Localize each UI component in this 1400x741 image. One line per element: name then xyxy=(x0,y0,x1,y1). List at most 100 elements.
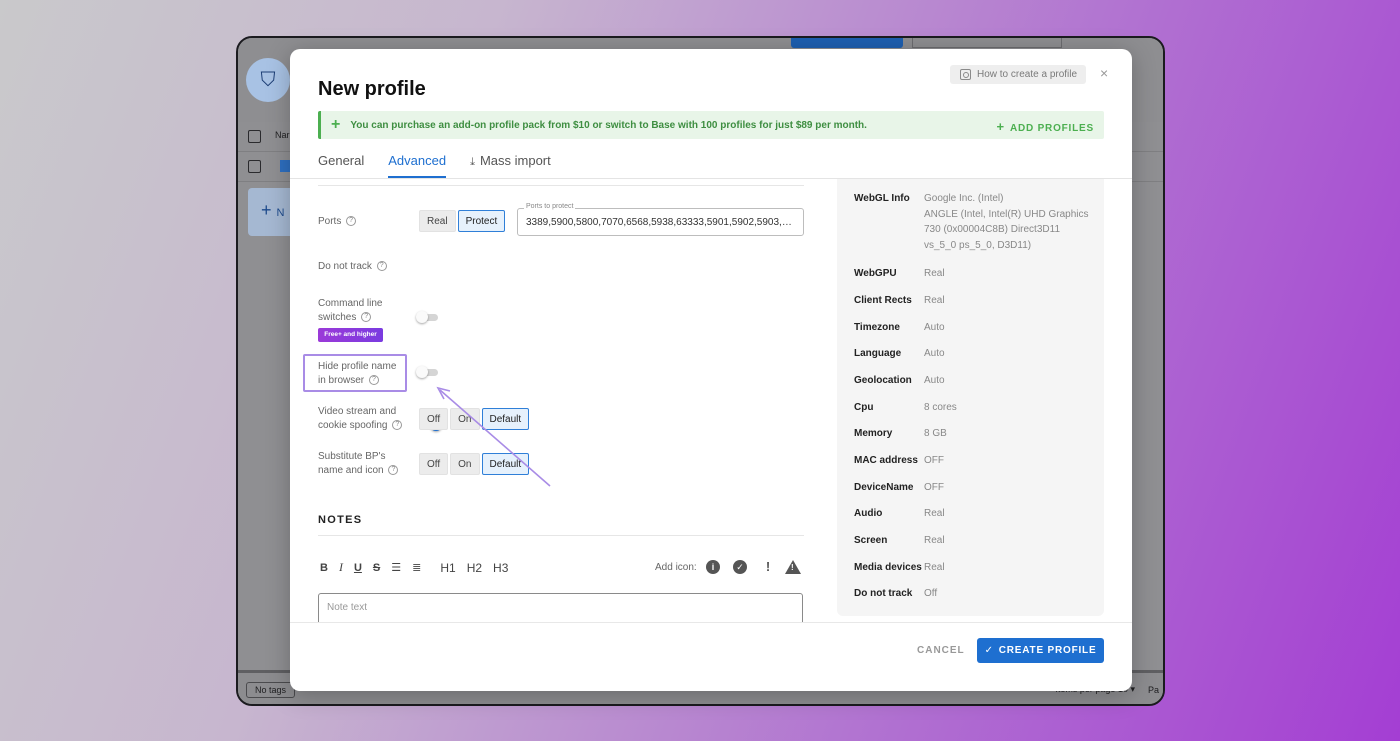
create-profile-label: CREATE PROFILE xyxy=(998,645,1097,656)
substitute-bp-selector: Off On Default xyxy=(419,453,530,475)
numbered-list-icon[interactable]: ≣ xyxy=(412,561,421,574)
summary-value: 8 cores xyxy=(924,402,957,413)
notes-heading: NOTES xyxy=(318,514,363,526)
cancel-button[interactable]: CANCEL xyxy=(917,645,965,656)
add-profiles-button[interactable]: + ADD PROFILES xyxy=(997,119,1094,134)
summary-value: Real xyxy=(924,295,945,306)
italic-button[interactable]: I xyxy=(339,560,343,575)
help-icon[interactable]: ? xyxy=(346,216,357,227)
help-icon[interactable]: ? xyxy=(388,465,399,476)
summary-key: WebGPU xyxy=(854,268,897,279)
info-icon[interactable]: i xyxy=(706,560,720,574)
video-icon xyxy=(960,69,971,80)
app-primary-button xyxy=(791,38,903,48)
video-default-option[interactable]: Default xyxy=(481,408,530,430)
summary-value: Google Inc. (Intel) ANGLE (Intel, Intel(… xyxy=(924,193,1089,251)
plus-icon: + xyxy=(996,119,1005,134)
command-line-toggle[interactable] xyxy=(416,365,440,379)
summary-key: Timezone xyxy=(854,322,900,333)
divider xyxy=(318,185,804,186)
ports-label: Ports ? xyxy=(318,215,357,229)
warning-icon[interactable] xyxy=(785,560,801,574)
bullet-list-icon[interactable]: ☰ xyxy=(391,561,401,574)
video-off-option[interactable]: Off xyxy=(419,408,449,430)
banner-message: You can purchase an add-on profile pack … xyxy=(350,119,867,131)
create-profile-button[interactable]: ✓ CREATE PROFILE xyxy=(977,638,1104,663)
summary-key: Client Rects xyxy=(854,295,912,306)
substitute-bp-label: Substitute BP's name and icon ? xyxy=(318,450,399,478)
summary-value: Real xyxy=(924,535,945,546)
summary-key: DeviceName xyxy=(854,482,914,493)
ports-field-legend: Ports to protect xyxy=(524,203,576,210)
h1-button[interactable]: H1 xyxy=(440,561,455,575)
summary-key: Audio xyxy=(854,508,883,519)
help-icon[interactable]: ? xyxy=(368,375,379,386)
column-header-name: Nar xyxy=(275,130,290,140)
command-line-label: Command line switches ? xyxy=(318,298,383,323)
advanced-settings-panel: Ports ? Real Protect Ports to protect 33… xyxy=(290,179,820,622)
plan-badge: Free+ and higher xyxy=(318,328,383,342)
check-icon: ✓ xyxy=(984,645,994,656)
add-icon-label: Add icon: xyxy=(655,562,697,573)
plus-icon: + xyxy=(331,116,341,133)
do-not-track-label: Do not track ? xyxy=(318,260,387,274)
tab-advanced[interactable]: Advanced xyxy=(388,148,447,178)
summary-key: Media devices xyxy=(854,562,922,573)
notes-toolbar: B I U S ☰ ≣ H1 H2 H3 xyxy=(320,560,508,575)
exclamation-icon[interactable]: ! xyxy=(761,560,775,574)
h3-button[interactable]: H3 xyxy=(493,561,508,575)
summary-value: Real xyxy=(924,508,945,519)
profile-summary-panel: WebGL Info Google Inc. (Intel) ANGLE (In… xyxy=(837,179,1104,616)
tab-mass-import[interactable]: ⤓ Mass import xyxy=(470,148,551,178)
help-icon[interactable]: ? xyxy=(392,420,403,431)
summary-value: Auto xyxy=(924,322,945,333)
substitute-on-option[interactable]: On xyxy=(450,453,480,475)
summary-key: MAC address xyxy=(854,455,918,466)
summary-key: Cpu xyxy=(854,402,874,413)
close-icon[interactable]: × xyxy=(1100,66,1108,80)
page-title: New profile xyxy=(318,78,426,100)
ports-real-option[interactable]: Real xyxy=(419,210,456,232)
ports-to-protect-input[interactable]: Ports to protect 3389,5900,5800,7070,656… xyxy=(517,203,804,236)
toggle-knob xyxy=(416,366,428,378)
summary-value: 8 GB xyxy=(924,428,947,439)
app-logo-icon: ⛉ xyxy=(246,58,290,102)
no-tags-chip: No tags xyxy=(246,682,296,698)
summary-value: Auto xyxy=(924,348,945,359)
help-icon[interactable]: ? xyxy=(361,312,372,323)
footer-divider xyxy=(290,622,1132,623)
row-checkbox xyxy=(248,160,261,173)
strikethrough-button[interactable]: S xyxy=(373,562,380,574)
help-icon[interactable]: ? xyxy=(376,261,387,272)
summary-value: Real xyxy=(924,268,945,279)
how-to-create-button[interactable]: How to create a profile xyxy=(950,65,1086,84)
note-text-input[interactable]: Note text xyxy=(318,593,803,622)
summary-key: Geolocation xyxy=(854,375,912,386)
do-not-track-toggle[interactable] xyxy=(416,310,440,324)
summary-key: Memory xyxy=(854,428,893,439)
substitute-default-option[interactable]: Default xyxy=(481,453,530,475)
download-icon: ⤓ xyxy=(470,156,475,168)
h2-button[interactable]: H2 xyxy=(467,561,482,575)
summary-value: OFF xyxy=(924,482,944,493)
ports-protect-option[interactable]: Protect xyxy=(457,210,506,232)
divider xyxy=(318,535,804,536)
substitute-off-option[interactable]: Off xyxy=(419,453,449,475)
summary-value: Off xyxy=(924,588,938,599)
video-stream-label: Video stream and cookie spoofing ? xyxy=(318,405,403,433)
bold-button[interactable]: B xyxy=(320,562,328,574)
tab-general[interactable]: General xyxy=(318,148,364,178)
check-icon[interactable]: ✓ xyxy=(733,560,747,574)
app-search-field xyxy=(912,38,1062,48)
ports-mode-selector: Real Protect xyxy=(419,210,506,232)
upgrade-banner: + You can purchase an add-on profile pac… xyxy=(318,111,1104,139)
summary-key: Do not track xyxy=(854,588,913,599)
hide-profile-name-label: Hide profile name in browser ? xyxy=(318,361,397,386)
summary-value: OFF xyxy=(924,455,944,466)
summary-key: Language xyxy=(854,348,902,359)
video-stream-selector: Off On Default xyxy=(419,408,530,430)
tab-bar: General Advanced ⤓ Mass import xyxy=(318,148,551,178)
underline-button[interactable]: U xyxy=(354,562,362,574)
select-all-checkbox xyxy=(248,130,261,143)
video-on-option[interactable]: On xyxy=(450,408,480,430)
